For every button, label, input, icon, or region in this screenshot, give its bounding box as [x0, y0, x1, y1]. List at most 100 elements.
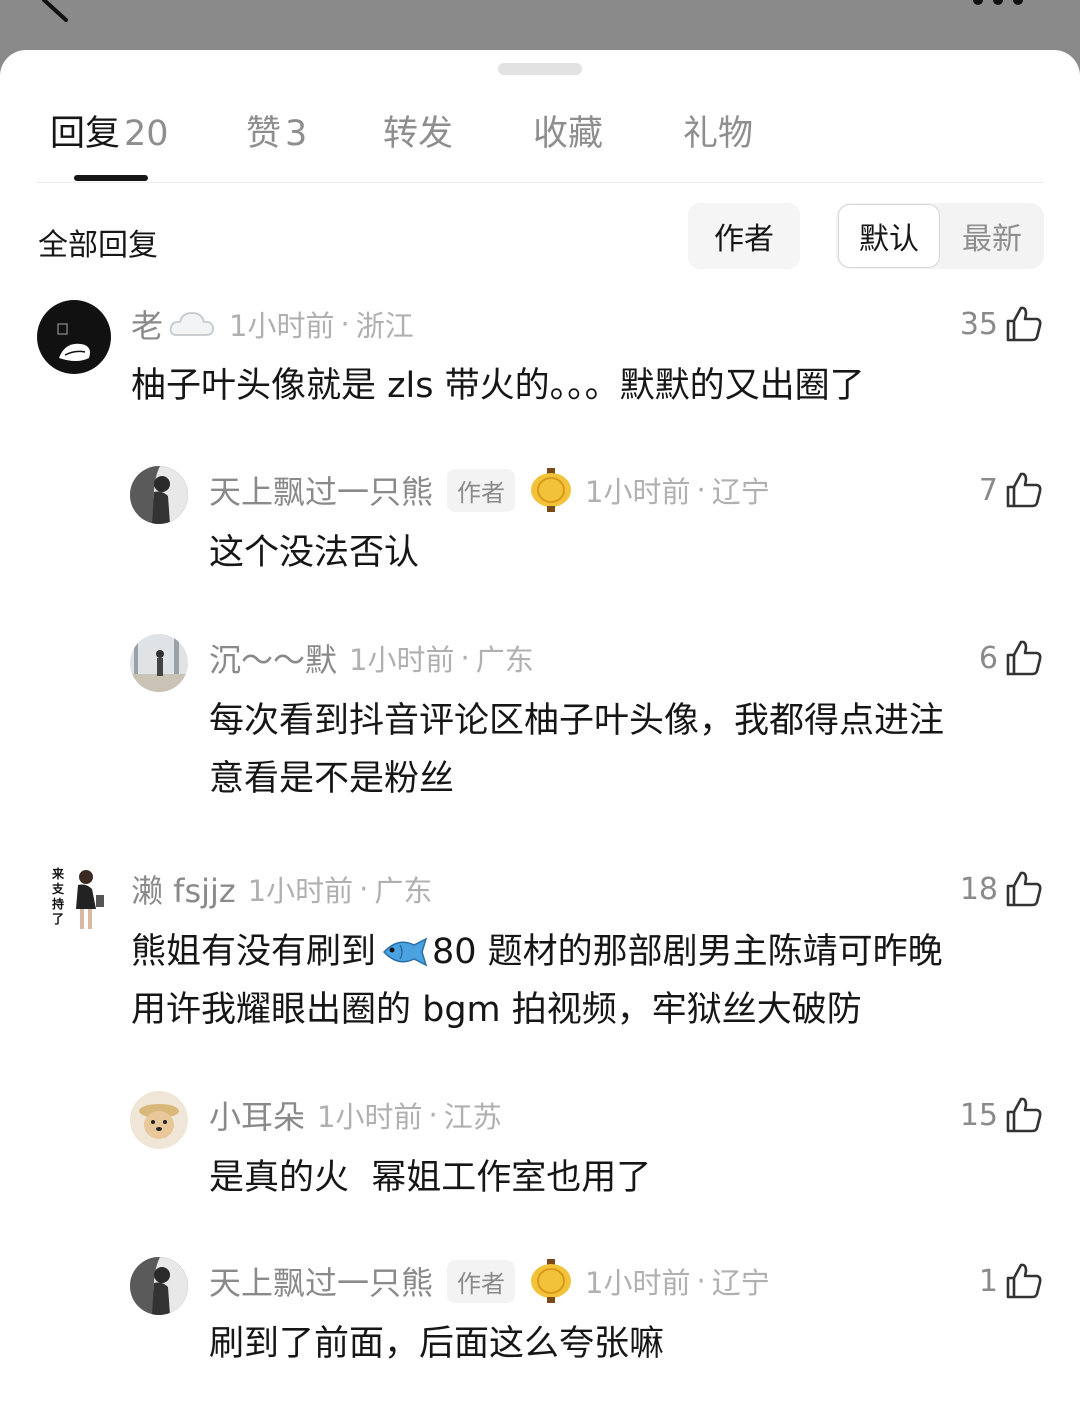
like-button[interactable]: 6	[979, 636, 1044, 680]
tab-likes-label: 赞	[246, 114, 282, 154]
comment-time: 1小时前	[317, 1100, 423, 1134]
thumbs-up-icon	[1006, 306, 1042, 342]
username[interactable]: 小耳朵	[209, 1092, 305, 1138]
tab-likes-count: 3	[285, 114, 308, 154]
author-badge: 作者	[447, 468, 516, 512]
comment-text-part: 80 题材的那部剧男主陈靖可昨晚	[432, 932, 943, 972]
comment-text-line: 熊姐有没有刷到 80 题材的那部剧男主陈靖可昨晚	[131, 923, 943, 981]
tab-bar: 回复 20 赞3 转发 收藏 礼物	[0, 105, 1080, 155]
tab-reposts-label: 转发	[383, 114, 454, 154]
tab-replies-count: 20	[124, 114, 169, 154]
comment-region: 广东	[475, 643, 534, 677]
thumbs-up-icon	[1006, 472, 1042, 508]
comment-item: 天上飘过一只熊 作者 1小时前 · 辽宁 1 刷到了前面，后面这么夸张嘛	[0, 1257, 1080, 1377]
like-count: 6	[978, 640, 998, 676]
comment-item: 天上飘过一只熊 作者 1小时前 · 辽宁 7 这个没法否认	[0, 466, 1080, 586]
tab-replies-label: 回复	[50, 114, 121, 154]
username[interactable]: 濑 fsjjz	[131, 866, 236, 912]
avatar[interactable]	[130, 1091, 188, 1149]
comment-text: 这个没法否认	[209, 533, 420, 573]
back-icon[interactable]	[40, 0, 70, 22]
outdoor-photo-avatar	[130, 634, 188, 692]
fish-emoji-icon	[382, 937, 428, 967]
comment-time: 1小时前	[229, 309, 335, 343]
meta-separator: ·	[340, 307, 350, 341]
comment-text-line: 用许我耀眼出圈的 bgm 拍视频，牢狱丝大破防	[131, 990, 862, 1030]
tab-likes[interactable]: 赞3	[246, 105, 307, 156]
avatar[interactable]	[37, 300, 111, 374]
thumbs-up-icon	[1006, 1263, 1042, 1299]
sort-toggle: 默认 最新	[836, 203, 1044, 269]
comment-header: 天上飘过一只熊 作者 1小时前 · 辽宁	[209, 468, 770, 512]
comment-text: 刷到了前面，后面这么夸张嘛	[209, 1324, 665, 1364]
sort-latest-button[interactable]: 最新	[942, 203, 1042, 269]
like-count: 18	[959, 871, 998, 907]
comment-time: 1小时前	[247, 874, 354, 908]
meta-separator: ·	[359, 872, 369, 906]
comment-item: 沉～～默 1小时前 · 广东 6 每次看到抖音评论区柚子叶头像，我都得点进注 意…	[0, 634, 1080, 814]
avatar[interactable]	[130, 634, 188, 692]
like-count: 35	[959, 306, 998, 342]
comment-time: 1小时前	[585, 1266, 691, 1300]
cloud-icon	[169, 311, 215, 336]
meta-separator: ·	[428, 1098, 438, 1132]
like-count: 7	[978, 472, 998, 508]
meta-separator: ·	[460, 641, 470, 675]
meta-separator: ·	[696, 1264, 706, 1298]
tab-gifts[interactable]: 礼物	[683, 105, 753, 156]
sort-default-button[interactable]: 默认	[838, 204, 940, 268]
person-photo-avatar	[130, 1257, 188, 1315]
thumbs-up-icon	[1006, 640, 1042, 676]
comment-text-line: 意看是不是粉丝	[209, 759, 455, 799]
username[interactable]: 老	[131, 301, 163, 347]
like-button[interactable]: 35	[960, 302, 1044, 346]
author-filter-button[interactable]: 作者	[688, 203, 800, 269]
avatar[interactable]	[130, 466, 188, 524]
active-tab-indicator	[74, 175, 148, 181]
person-photo-avatar	[130, 466, 188, 524]
drag-handle[interactable]	[498, 63, 582, 75]
thumbs-up-icon	[1006, 871, 1042, 907]
username[interactable]: 沉～～默	[209, 635, 337, 681]
tab-reposts[interactable]: 转发	[383, 105, 453, 156]
tab-favorites[interactable]: 收藏	[533, 105, 603, 156]
thumbs-up-icon	[1006, 1097, 1042, 1133]
like-button[interactable]: 15	[960, 1093, 1044, 1137]
like-count: 1	[978, 1263, 998, 1299]
person-sticker-avatar	[76, 870, 104, 929]
comment-item: 小耳朵 1小时前 · 江苏 15 是真的火 幂姐工作室也用了	[0, 1091, 1080, 1211]
leaf-avatar-icon	[57, 323, 90, 361]
comment-header: 濑 fsjjz 1小时前 · 广东	[131, 867, 432, 911]
tab-replies[interactable]: 回复 20	[50, 105, 169, 156]
more-icon[interactable]	[968, 0, 1028, 6]
comment-item: 老 1小时前 · 浙江 35 柚子叶头像就是 zls 带火的。。。默默的又出圈了	[0, 300, 1080, 420]
like-button[interactable]: 18	[960, 867, 1044, 911]
comment-header: 天上飘过一只熊 作者 1小时前 · 辽宁	[209, 1259, 770, 1303]
comment-time: 1小时前	[585, 475, 691, 509]
avatar[interactable]	[130, 1257, 188, 1315]
avatar[interactable]: 来支持了	[40, 865, 112, 937]
replies-sheet: 回复 20 赞3 转发 收藏 礼物 全部回复 作者 默认 最新 老 1小时前 ·…	[0, 50, 1080, 1407]
comment-region: 江苏	[443, 1100, 502, 1134]
comment-text: 柚子叶头像就是 zls 带火的。。。默默的又出圈了	[131, 366, 865, 406]
comment-region: 广东	[374, 874, 433, 908]
dog-photo-avatar	[130, 1091, 188, 1149]
like-count: 15	[959, 1097, 998, 1133]
comment-text-part: 熊姐有没有刷到	[131, 932, 377, 972]
comment-text: 是真的火 幂姐工作室也用了	[209, 1158, 652, 1198]
like-button[interactable]: 7	[979, 468, 1044, 512]
meta-separator: ·	[696, 473, 706, 507]
comment-header: 老 1小时前 · 浙江	[131, 302, 414, 346]
comment-time: 1小时前	[349, 643, 455, 677]
comment-item: 来支持了 濑 fsjjz 1小时前 · 广东 18 熊姐有没有刷到 80 题材的…	[0, 865, 1080, 1045]
comment-region: 辽宁	[711, 1266, 770, 1300]
comment-header: 小耳朵 1小时前 · 江苏	[209, 1093, 502, 1137]
comment-header: 沉～～默 1小时前 · 广东	[209, 636, 534, 680]
lantern-badge-icon	[531, 1259, 572, 1303]
tab-favorites-label: 收藏	[533, 114, 604, 154]
comment-region: 辽宁	[711, 475, 770, 509]
username[interactable]: 天上飘过一只熊	[209, 1258, 433, 1304]
username[interactable]: 天上飘过一只熊	[209, 467, 433, 513]
like-button[interactable]: 1	[979, 1259, 1044, 1303]
tab-gifts-label: 礼物	[683, 114, 754, 154]
